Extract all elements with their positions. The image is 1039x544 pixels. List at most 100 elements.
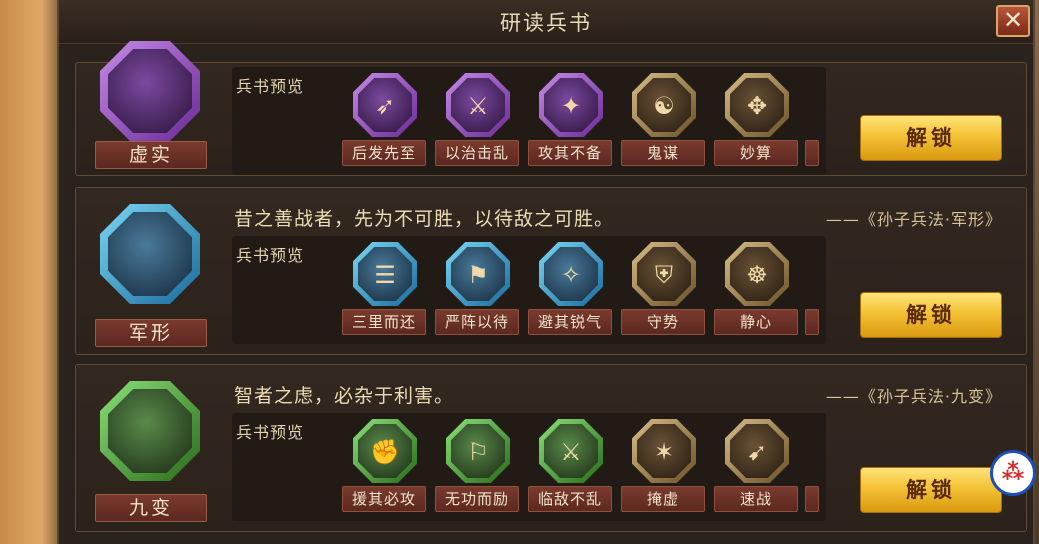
preview-box: 兵书预览 ➶ 后发先至 ⚔ 以治击乱 ✦ 攻其不备 ☯ 鬼谋 ✥ 妙算 <box>232 67 826 175</box>
skill-icon-inner: ⚔ <box>544 424 598 478</box>
unlock-button[interactable]: 解锁 <box>860 115 1002 161</box>
skill-icon-inner: ☰ <box>358 247 412 301</box>
skill-label: 攻其不备 <box>528 140 612 166</box>
purple-warrior-icon: ⚔ <box>446 73 510 137</box>
skill-item[interactable]: ⚔ 临敌不乱 <box>528 413 614 513</box>
title-bar: 研读兵书 ✕ <box>59 0 1033 44</box>
preview-box: 兵书预览 ✊ 援其必攻 ⚐ 无功而励 ⚔ 临敌不乱 ✶ 掩虚 ➹ 速战 <box>232 413 826 521</box>
skill-label: 避其锐气 <box>528 309 612 335</box>
bronze-meditate-icon: ☸ <box>725 242 789 306</box>
skill-icon-inner: ☸ <box>730 247 784 301</box>
quote-source: ——《孙子兵法·九变》 <box>825 387 1002 406</box>
skill-label: 后发先至 <box>342 140 426 166</box>
window-title: 研读兵书 <box>500 11 592 35</box>
skill-glyph: ✊ <box>370 438 400 466</box>
skill-item[interactable]: ☯ 鬼谋 <box>621 67 707 167</box>
skill-icon-inner: ➹ <box>730 424 784 478</box>
skill-label: 鬼谋 <box>621 140 705 166</box>
skill-label: 以治击乱 <box>435 140 519 166</box>
unlock-button[interactable]: 解锁 <box>860 292 1002 338</box>
green-fist-icon: ✊ <box>353 419 417 483</box>
blue-evade-icon: ✧ <box>539 242 603 306</box>
skill-label: 无功而励 <box>435 486 519 512</box>
book-name-plate: 虚实 <box>95 141 207 169</box>
skill-label: 援其必攻 <box>342 486 426 512</box>
emblem-inner <box>108 49 192 133</box>
preview-label: 兵书预览 <box>236 77 305 96</box>
skill-icon-inner: ✶ <box>637 424 691 478</box>
skill-glyph: ☰ <box>374 261 396 289</box>
skill-glyph: ✶ <box>653 438 675 466</box>
skill-icon-inner: ✊ <box>358 424 412 478</box>
skill-glyph: ✦ <box>560 92 582 120</box>
book-quote: 昔之善战者，先为不可胜，以待敌之可胜。 <box>234 208 615 230</box>
skill-icon-inner: ☯ <box>637 78 691 132</box>
skill-glyph: ⛨ <box>655 261 673 289</box>
skill-item[interactable]: ✊ 援其必攻 <box>342 413 428 513</box>
skill-item[interactable]: ☰ 三里而还 <box>342 236 428 336</box>
unlock-button[interactable]: 解锁 <box>860 467 1002 513</box>
book-card-2: 九变 智者之虑，必杂于利害。 ——《孙子兵法·九变》 兵书预览 ✊ 援其必攻 ⚐ 无功而励 ⚔ 临… <box>75 364 1027 532</box>
book-study-panel: 研读兵书 ✕ 虚实 兵书预览 ➶ 后发先至 ⚔ 以治击乱 ✦ 攻其不备 ☯ 鬼谋 ✥ 妙算 解锁 军形 昔之… <box>57 0 1035 544</box>
green-banner-icon: ⚐ <box>446 419 510 483</box>
skill-glyph: ⚑ <box>467 261 489 289</box>
skill-label-clipped <box>805 486 819 512</box>
book-name-plate: 军形 <box>95 319 207 347</box>
skill-item[interactable]: ✦ 攻其不备 <box>528 67 614 167</box>
close-icon: ✕ <box>1002 6 1024 34</box>
skill-glyph: ✧ <box>560 261 582 289</box>
green-sword-icon: ⚔ <box>539 419 603 483</box>
skill-label: 临敌不乱 <box>528 486 612 512</box>
book-card-0: 虚实 兵书预览 ➶ 后发先至 ⚔ 以治击乱 ✦ 攻其不备 ☯ 鬼谋 ✥ 妙算 解锁 <box>75 41 1027 176</box>
skill-label-clipped <box>805 140 819 166</box>
bronze-strategist-icon: ☯ <box>632 73 696 137</box>
skill-label: 严阵以待 <box>435 309 519 335</box>
skill-item[interactable]: ✧ 避其锐气 <box>528 236 614 336</box>
purple-strike-icon: ✦ <box>539 73 603 137</box>
skill-glyph: ➹ <box>746 438 768 466</box>
bronze-armor-icon: ✥ <box>725 73 789 137</box>
feather-claw-icon[interactable] <box>100 41 200 141</box>
skill-item[interactable]: ⚑ 严阵以待 <box>435 236 521 336</box>
skill-glyph: ⚐ <box>467 438 489 466</box>
assistant-icon: ⁂ <box>1001 460 1025 485</box>
close-button[interactable]: ✕ <box>996 5 1030 37</box>
skill-icon-inner: ⛨ <box>637 247 691 301</box>
skill-item[interactable]: ⛨ 守势 <box>621 236 707 336</box>
bronze-guard-icon: ⛨ <box>632 242 696 306</box>
skill-item[interactable]: ☸ 静心 <box>714 236 800 336</box>
skill-glyph: ☸ <box>746 261 768 289</box>
book-name-plate: 九变 <box>95 494 207 522</box>
yin-yang-icon[interactable] <box>100 381 200 481</box>
preview-label: 兵书预览 <box>236 246 305 265</box>
skill-label: 三里而还 <box>342 309 426 335</box>
book-quote: 智者之虑，必杂于利害。 <box>234 385 455 407</box>
bronze-charge-icon: ➹ <box>725 419 789 483</box>
floating-assistant-button[interactable]: ⁂ <box>990 450 1036 496</box>
skill-glyph: ⚔ <box>467 92 489 120</box>
shield-arrow-icon[interactable] <box>100 204 200 304</box>
skill-item[interactable]: ✥ 妙算 <box>714 67 800 167</box>
skill-icon-inner: ✧ <box>544 247 598 301</box>
skill-glyph: ☯ <box>653 92 675 120</box>
skill-label: 静心 <box>714 309 798 335</box>
preview-box: 兵书预览 ☰ 三里而还 ⚑ 严阵以待 ✧ 避其锐气 ⛨ 守势 ☸ 静心 <box>232 236 826 344</box>
skill-label: 速战 <box>714 486 798 512</box>
skill-glyph: ✥ <box>746 92 768 120</box>
skill-item[interactable]: ⚐ 无功而励 <box>435 413 521 513</box>
skill-item[interactable]: ⚔ 以治击乱 <box>435 67 521 167</box>
skill-icon-inner: ➶ <box>358 78 412 132</box>
skill-icon-inner: ⚐ <box>451 424 505 478</box>
skill-icon-inner: ⚔ <box>451 78 505 132</box>
bronze-cloak-icon: ✶ <box>632 419 696 483</box>
emblem-inner <box>108 389 192 473</box>
book-card-1: 军形 昔之善战者，先为不可胜，以待敌之可胜。 ——《孙子兵法·军形》 兵书预览 ☰ 三里而… <box>75 187 1027 355</box>
emblem-inner <box>108 212 192 296</box>
skill-icon-inner: ✦ <box>544 78 598 132</box>
skill-label: 掩虚 <box>621 486 705 512</box>
skill-item[interactable]: ➹ 速战 <box>714 413 800 513</box>
skill-item[interactable]: ➶ 后发先至 <box>342 67 428 167</box>
skill-label: 妙算 <box>714 140 798 166</box>
blue-formation-icon: ⚑ <box>446 242 510 306</box>
skill-item[interactable]: ✶ 掩虚 <box>621 413 707 513</box>
